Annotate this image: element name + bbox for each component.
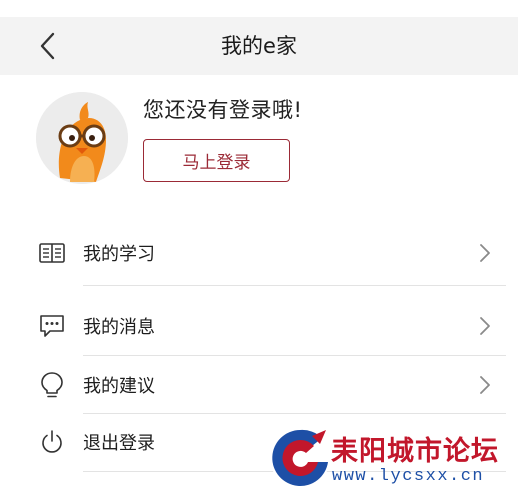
book-icon: [38, 239, 66, 267]
watermark-url: www.lycsxx.cn: [332, 467, 485, 486]
chevron-right-icon: [480, 317, 490, 335]
menu-item-suggestions[interactable]: 我的建议: [0, 356, 520, 414]
watermark: 耒阳城市论坛 www.lycsxx.cn: [268, 423, 530, 494]
header-bar: 我的e家: [0, 17, 518, 75]
lightbulb-icon: [38, 371, 66, 399]
page-title: 我的e家: [221, 34, 297, 58]
watermark-logo-icon: [270, 428, 330, 488]
cartoon-bird-avatar: [36, 92, 128, 184]
screen: 我的e家 您还没有登录哦! 马上登录 我的学习 我的消息 我的建议 退出登录 耒…: [0, 0, 530, 494]
menu-item-label: 我的学习: [83, 244, 155, 265]
login-button[interactable]: 马上登录: [143, 139, 290, 182]
chevron-right-icon: [480, 376, 490, 394]
menu-item-messages[interactable]: 我的消息: [0, 297, 520, 355]
power-icon: [38, 428, 66, 456]
menu-item-study[interactable]: 我的学习: [0, 224, 520, 282]
login-prompt: 您还没有登录哦!: [143, 98, 303, 122]
chevron-right-icon: [480, 244, 490, 262]
watermark-text: 耒阳城市论坛: [331, 436, 499, 467]
back-button[interactable]: [32, 27, 62, 65]
message-icon: [38, 312, 66, 340]
menu-item-label: 我的消息: [83, 317, 155, 338]
menu-item-label: 退出登录: [83, 433, 155, 454]
divider: [83, 285, 506, 286]
avatar[interactable]: [36, 92, 128, 184]
menu-item-label: 我的建议: [83, 376, 155, 397]
chevron-left-icon: [40, 32, 55, 60]
